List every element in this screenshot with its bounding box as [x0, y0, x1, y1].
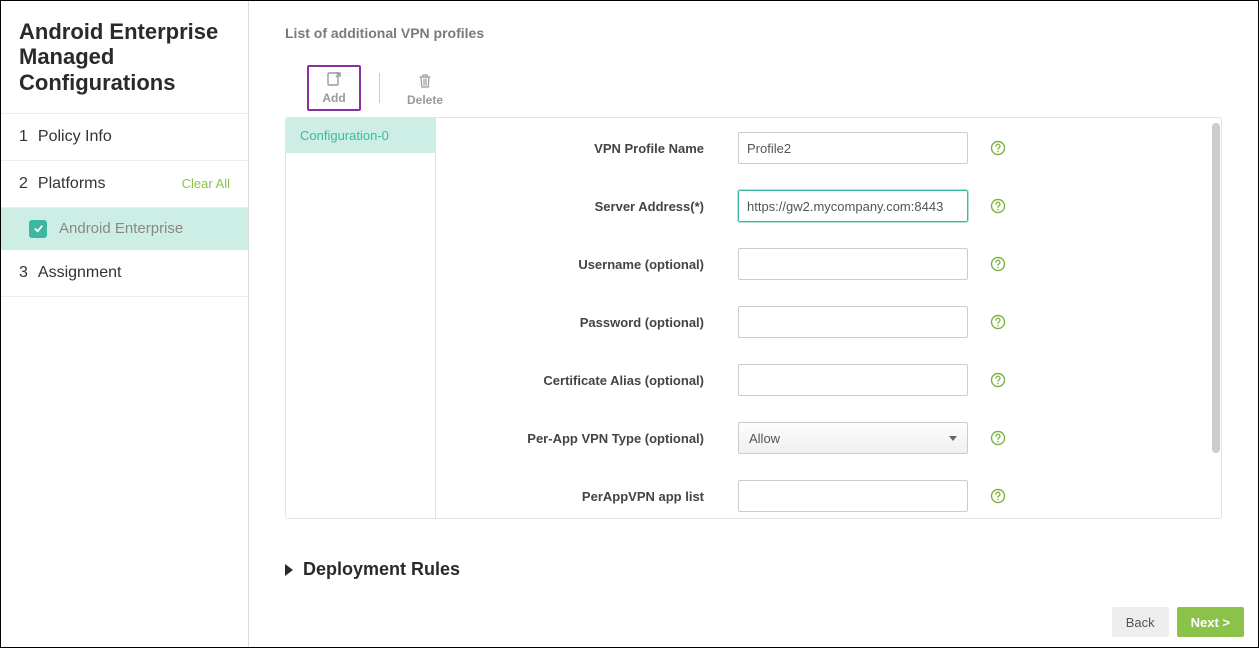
add-button[interactable]: Add — [307, 65, 361, 111]
page-title: Android Enterprise Managed Configuration… — [1, 1, 248, 114]
footer-buttons: Back Next > — [1112, 607, 1244, 637]
label-vpn-profile-name: VPN Profile Name — [458, 141, 738, 156]
check-icon — [29, 220, 47, 238]
delete-button[interactable]: Delete — [398, 69, 452, 111]
delete-label: Delete — [407, 93, 443, 107]
input-cert-alias[interactable] — [738, 364, 968, 396]
config-list: Configuration-0 — [286, 118, 436, 518]
nav-platforms[interactable]: 2 Platforms Clear All — [1, 161, 248, 208]
input-vpn-profile-name[interactable] — [738, 132, 968, 164]
input-username[interactable] — [738, 248, 968, 280]
row-per-app-type: Per-App VPN Type (optional) Allow — [458, 422, 1199, 454]
help-icon[interactable] — [990, 430, 1006, 446]
deployment-rules-toggle[interactable]: Deployment Rules — [285, 559, 1222, 580]
row-password: Password (optional) — [458, 306, 1199, 338]
nav-label: Platforms — [38, 175, 106, 193]
main-content: List of additional VPN profiles Add — [249, 1, 1258, 647]
nav-assignment[interactable]: 3 Assignment — [1, 250, 248, 297]
label-password: Password (optional) — [458, 315, 738, 330]
help-icon[interactable] — [990, 372, 1006, 388]
help-icon[interactable] — [990, 488, 1006, 504]
back-button[interactable]: Back — [1112, 607, 1169, 637]
label-cert-alias: Certificate Alias (optional) — [458, 373, 738, 388]
select-per-app-type[interactable]: Allow — [738, 422, 968, 454]
toolbar: Add Delete — [285, 59, 1222, 117]
section-label: List of additional VPN profiles — [285, 25, 1222, 41]
nav-sub-label: Android Enterprise — [59, 220, 183, 237]
label-per-app-list: PerAppVPN app list — [458, 489, 738, 504]
help-icon[interactable] — [990, 256, 1006, 272]
nav-sub-android-enterprise[interactable]: Android Enterprise — [1, 208, 248, 250]
help-icon[interactable] — [990, 140, 1006, 156]
label-server-address: Server Address(*) — [458, 199, 738, 214]
nav-label: Policy Info — [38, 128, 112, 146]
config-item-0[interactable]: Configuration-0 — [286, 118, 435, 153]
help-icon[interactable] — [990, 314, 1006, 330]
input-per-app-list[interactable] — [738, 480, 968, 512]
row-username: Username (optional) — [458, 248, 1199, 280]
label-username: Username (optional) — [458, 257, 738, 272]
deployment-rules-label: Deployment Rules — [303, 559, 460, 580]
nav-step-number: 2 — [19, 175, 28, 193]
row-per-app-list: PerAppVPN app list — [458, 480, 1199, 512]
nav-policy-info[interactable]: 1 Policy Info — [1, 114, 248, 161]
add-icon — [326, 71, 342, 87]
scrollbar[interactable] — [1212, 123, 1220, 453]
sidebar: Android Enterprise Managed Configuration… — [1, 1, 249, 647]
row-server-address: Server Address(*) — [458, 190, 1199, 222]
nav-label: Assignment — [38, 264, 122, 282]
nav-step-number: 3 — [19, 264, 28, 282]
row-cert-alias: Certificate Alias (optional) — [458, 364, 1199, 396]
input-password[interactable] — [738, 306, 968, 338]
form-area: VPN Profile Name Server Address(*) Usern… — [436, 118, 1221, 518]
next-button[interactable]: Next > — [1177, 607, 1244, 637]
trash-icon — [418, 73, 432, 89]
label-per-app-type: Per-App VPN Type (optional) — [458, 431, 738, 446]
config-panel: Configuration-0 VPN Profile Name Server … — [285, 117, 1222, 519]
help-icon[interactable] — [990, 198, 1006, 214]
input-server-address[interactable] — [738, 190, 968, 222]
row-vpn-profile-name: VPN Profile Name — [458, 132, 1199, 164]
toolbar-separator — [379, 73, 380, 103]
caret-right-icon — [285, 564, 293, 576]
select-value: Allow — [749, 431, 780, 446]
clear-all-link[interactable]: Clear All — [182, 176, 230, 191]
add-label: Add — [322, 91, 345, 105]
nav-step-number: 1 — [19, 128, 28, 146]
